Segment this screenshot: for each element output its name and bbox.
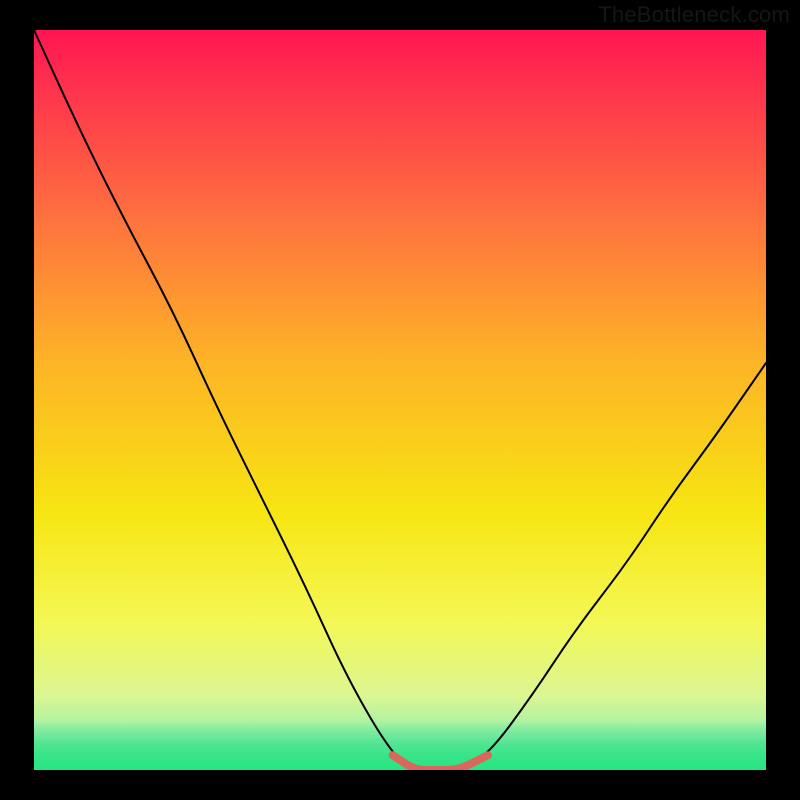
curve-bottom-highlight	[393, 755, 488, 770]
plot-area	[34, 30, 766, 770]
watermark-text: TheBottleneck.com	[598, 2, 790, 28]
bottleneck-curve	[34, 30, 766, 770]
chart-stage: TheBottleneck.com	[0, 0, 800, 800]
curve-main-path	[34, 30, 766, 770]
